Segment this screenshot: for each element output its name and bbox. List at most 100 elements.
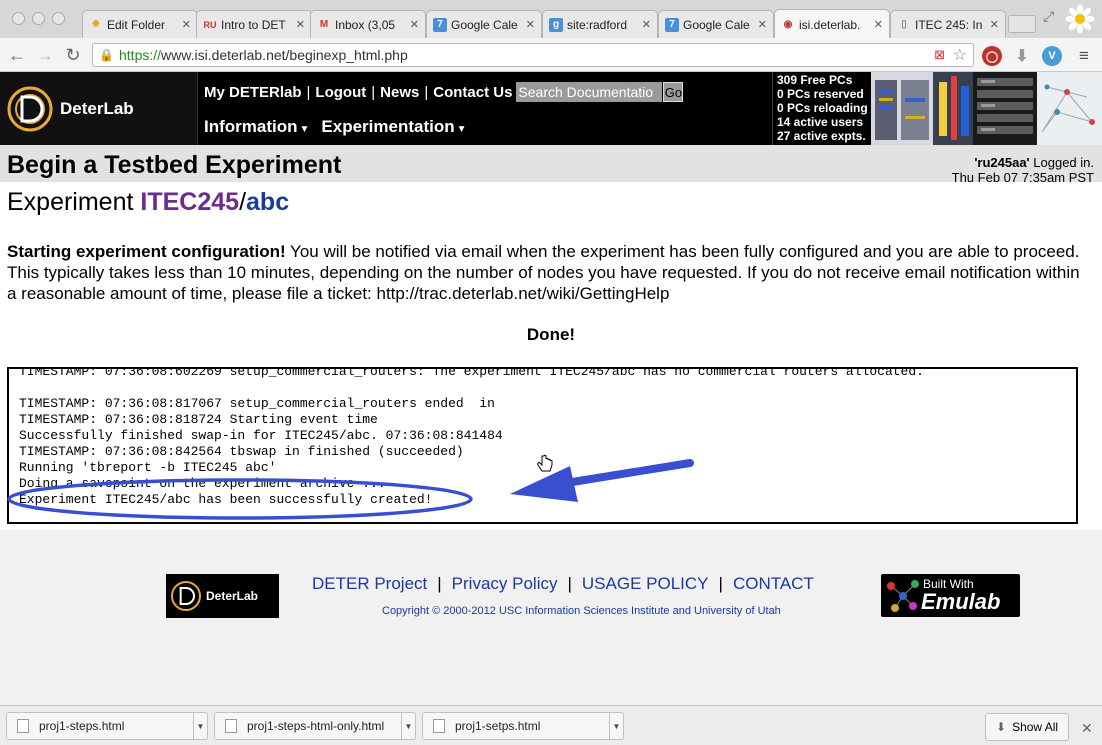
built-with-emulab-badge[interactable]: Built With Emulab bbox=[881, 574, 1020, 617]
extension-v-icon[interactable]: V bbox=[1042, 46, 1062, 66]
back-arrow-icon[interactable]: ← bbox=[6, 44, 28, 66]
browser-tab[interactable]: g site:radford ✕ bbox=[542, 10, 658, 38]
experimentation-menu[interactable]: Experimentation ▼ bbox=[321, 117, 466, 137]
server-rack-photo bbox=[871, 72, 933, 145]
fullscreen-icon[interactable]: ⤢ bbox=[1043, 8, 1054, 25]
contact-us-link[interactable]: Contact Us bbox=[433, 84, 512, 101]
browser-tab[interactable]: ▯ ITEC 245: In ✕ bbox=[890, 10, 1006, 38]
file-icon bbox=[225, 719, 237, 733]
log-line: TIMESTAMP: 07:36:08:818724 Starting even… bbox=[19, 412, 378, 427]
deterlab-logo-icon bbox=[171, 581, 201, 611]
browser-tab-active[interactable]: ◉ isi.deterlab. ✕ bbox=[774, 9, 890, 39]
log-line: Running 'tbreport -b ITEC245 abc' bbox=[19, 460, 277, 475]
tab-close-icon[interactable]: ✕ bbox=[410, 18, 419, 31]
news-link[interactable]: News bbox=[380, 84, 419, 101]
download-item[interactable]: proj1-steps-html-only.html ▼ bbox=[214, 712, 416, 740]
window-close-button[interactable] bbox=[12, 12, 25, 25]
reload-icon[interactable]: ↻ bbox=[62, 44, 84, 66]
swap-log-output[interactable]: TIMESTAMP: 07:36:08:602269 setup_commerc… bbox=[7, 367, 1078, 524]
experiment-heading: Experiment ITEC245/abc bbox=[7, 188, 290, 216]
close-shelf-icon[interactable]: ✕ bbox=[1081, 720, 1093, 737]
information-menu[interactable]: Information ▼ bbox=[204, 117, 309, 137]
page-title: Begin a Testbed Experiment bbox=[7, 151, 342, 179]
emulab-network-icon bbox=[887, 580, 919, 612]
dropdown-arrow-icon[interactable]: ▼ bbox=[609, 713, 623, 739]
download-item[interactable]: proj1-steps.html ▼ bbox=[6, 712, 208, 740]
deter-project-link[interactable]: DETER Project bbox=[312, 574, 427, 594]
page-footer: DeterLab DETER Project | Privacy Policy | … bbox=[0, 530, 1102, 705]
bookmark-star-icon[interactable]: ☆ bbox=[953, 45, 967, 65]
browser-tab[interactable]: ✸ Edit Folder ✕ bbox=[82, 10, 198, 38]
privacy-policy-link[interactable]: Privacy Policy bbox=[452, 574, 558, 594]
download-shelf: proj1-steps.html ▼ proj1-steps-html-only… bbox=[0, 705, 1102, 745]
reserved-pcs-stat: 0 PCs reserved bbox=[777, 87, 864, 101]
reloading-pcs-stat: 0 PCs reloading bbox=[777, 101, 868, 115]
deterlab-logo[interactable]: DeterLab bbox=[0, 72, 198, 145]
logout-link[interactable]: Logout bbox=[315, 84, 366, 101]
dropdown-arrow-icon[interactable]: ▼ bbox=[401, 713, 415, 739]
site-header: DeterLab My DETERlab | Logout | News | Cont… bbox=[0, 72, 1102, 145]
google-icon: g bbox=[549, 17, 563, 32]
calendar-icon: 7 bbox=[433, 17, 447, 32]
dropdown-arrow-icon[interactable]: ▼ bbox=[193, 713, 207, 739]
tab-close-icon[interactable]: ✕ bbox=[182, 18, 191, 31]
log-line: TIMESTAMP: 07:36:08:842564 tbswap in fin… bbox=[19, 444, 464, 459]
status-message: Starting experiment configuration! You w… bbox=[7, 242, 1080, 303]
copyright-text: Copyright © 2000-2012 USC Information Sc… bbox=[382, 605, 781, 617]
browser-tab-bar: ✸ Edit Folder ✕ RU Intro to DET ✕ M Inbox … bbox=[0, 0, 1102, 39]
project-link[interactable]: ITEC245 bbox=[140, 188, 239, 216]
free-pcs-stat: 309 Free PCs bbox=[777, 73, 853, 87]
blocked-popup-icon[interactable]: ⊠ bbox=[934, 47, 945, 63]
tab-close-icon[interactable]: ✕ bbox=[642, 18, 651, 31]
tab-close-icon[interactable]: ✕ bbox=[874, 18, 883, 31]
tab-close-icon[interactable]: ✕ bbox=[296, 18, 305, 31]
header-photo-strip bbox=[871, 72, 1102, 145]
url-text: www.isi.deterlab.net/beginexp_html.php bbox=[161, 47, 408, 63]
address-bar[interactable]: 🔒 https://www.isi.deterlab.net/beginexp_… bbox=[92, 43, 974, 67]
contact-link[interactable]: CONTACT bbox=[733, 574, 814, 594]
current-datetime: Thu Feb 07 7:35am PST bbox=[951, 170, 1094, 185]
my-deterlab-link[interactable]: My DETERlab bbox=[204, 84, 302, 101]
window-minimize-button[interactable] bbox=[32, 12, 45, 25]
log-line-success: Experiment ITEC245/abc has been successf… bbox=[19, 492, 433, 507]
active-users-stat: 14 active users bbox=[777, 115, 864, 129]
caret-down-icon: ▼ bbox=[456, 124, 467, 135]
login-status: 'ru245aa' Logged in. Thu Feb 07 7:35am P… bbox=[951, 155, 1094, 185]
calendar-icon: 7 bbox=[665, 17, 679, 32]
download-arrow-icon[interactable]: ⬇ bbox=[1012, 46, 1032, 66]
go-button[interactable]: Go bbox=[663, 82, 684, 102]
browser-tab[interactable]: RU Intro to DET ✕ bbox=[196, 10, 312, 38]
ru-icon: RU bbox=[203, 19, 217, 30]
log-line: Successfully finished swap-in for ITEC24… bbox=[19, 428, 503, 443]
browser-tab[interactable]: 7 Google Cale ✕ bbox=[426, 10, 542, 38]
file-icon bbox=[17, 719, 29, 733]
done-label: Done! bbox=[526, 325, 576, 344]
browser-tab[interactable]: 7 Google Cale ✕ bbox=[658, 10, 774, 38]
page-title-bar: Begin a Testbed Experiment 'ru245aa' Log… bbox=[0, 145, 1102, 185]
show-all-downloads-button[interactable]: ⬇ Show All bbox=[985, 713, 1070, 741]
deter-icon: ◉ bbox=[783, 19, 793, 30]
url-scheme: https:// bbox=[119, 47, 162, 63]
top-links: My DETERlab| Logout| News| Contact Us Go bbox=[204, 82, 684, 102]
footer-deterlab-logo[interactable]: DeterLab bbox=[166, 574, 279, 618]
search-input[interactable] bbox=[516, 82, 663, 102]
daisy-avatar-icon[interactable] bbox=[1064, 3, 1096, 35]
window-zoom-button[interactable] bbox=[52, 12, 65, 25]
username: 'ru245aa' bbox=[974, 155, 1030, 170]
deterlab-logo-icon bbox=[7, 86, 53, 131]
tab-close-icon[interactable]: ✕ bbox=[990, 18, 999, 31]
cable-photo bbox=[933, 72, 973, 145]
tab-close-icon[interactable]: ✕ bbox=[526, 18, 535, 31]
download-item[interactable]: proj1-setps.html ▼ bbox=[422, 712, 624, 740]
adblock-icon[interactable]: ◯ bbox=[982, 46, 1002, 66]
log-line: Doing a savepoint on the experiment arch… bbox=[19, 476, 386, 491]
menu-icon[interactable]: ≡ bbox=[1074, 46, 1094, 66]
forward-arrow-icon[interactable]: → bbox=[34, 44, 56, 66]
usage-policy-link[interactable]: USAGE POLICY bbox=[582, 574, 709, 594]
active-experiments-stat: 27 active expts. bbox=[777, 129, 866, 143]
page-icon: ▯ bbox=[901, 19, 907, 30]
browser-tab[interactable]: M Inbox (3,05 ✕ bbox=[310, 10, 426, 38]
experiment-link[interactable]: abc bbox=[246, 188, 289, 216]
new-tab-button[interactable] bbox=[1008, 15, 1036, 33]
tab-close-icon[interactable]: ✕ bbox=[758, 18, 767, 31]
